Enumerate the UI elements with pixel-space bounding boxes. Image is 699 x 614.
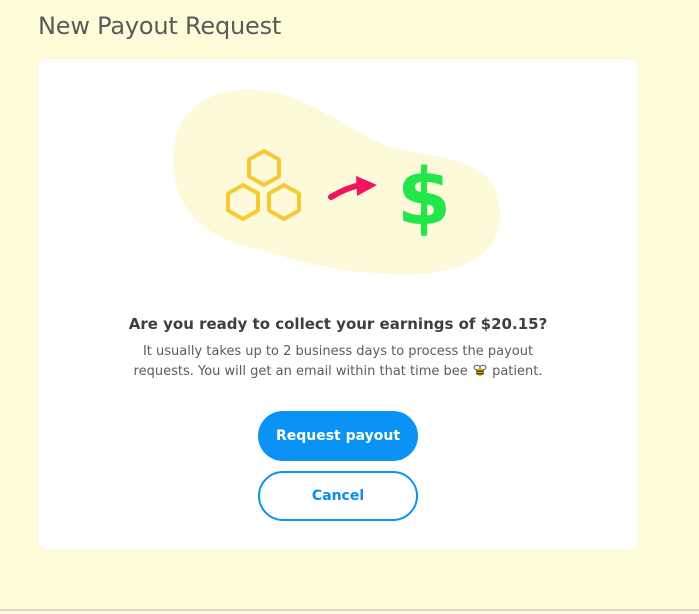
payout-description: It usually takes up to 2 business days t… — [133, 342, 543, 382]
dollar-icon: $ — [397, 153, 451, 243]
bee-icon — [473, 364, 487, 376]
earnings-question: Are you ready to collect your earnings o… — [128, 315, 548, 333]
request-payout-button[interactable]: Request payout — [258, 411, 418, 461]
bottom-divider — [0, 609, 699, 611]
cancel-button[interactable]: Cancel — [258, 471, 418, 521]
page-title: New Payout Request — [38, 12, 282, 40]
payout-dialog: $ Are you ready to collect your earnings… — [38, 59, 638, 550]
payout-illustration: $ — [173, 89, 501, 275]
description-text-end: patient. — [492, 364, 543, 379]
